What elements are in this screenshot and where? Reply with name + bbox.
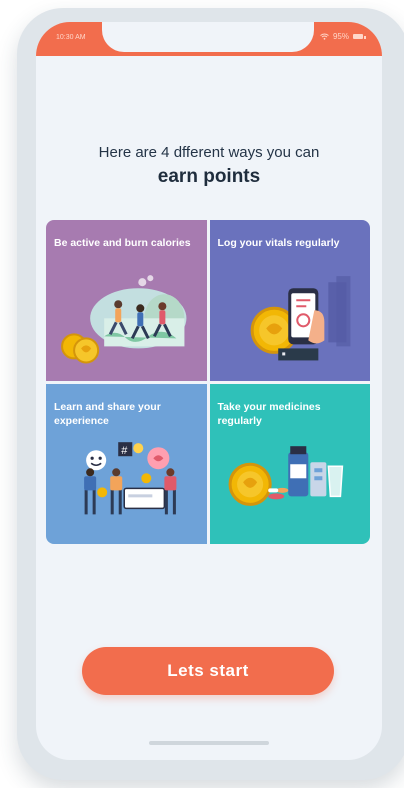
lets-start-button[interactable]: Lets start <box>82 647 334 695</box>
tile-label: Be active and burn calories <box>54 237 191 249</box>
notch <box>102 22 314 52</box>
tile-log-vitals[interactable]: Log your vitals regularly <box>209 220 370 381</box>
tile-be-active[interactable]: Be active and burn calories <box>46 220 207 381</box>
phone-frame: 10:30 AM 95% Here are 4 dfferent ways yo… <box>17 8 404 780</box>
intro-text: Here are 4 dfferent ways you can <box>98 144 320 161</box>
tile-take-medicines[interactable]: Take your medicines regularly <box>209 383 370 544</box>
home-indicator <box>149 741 269 745</box>
battery-percent: 95% <box>332 32 349 41</box>
tile-learn-share[interactable]: # Learn and share your experience <box>46 383 207 544</box>
status-bar: 10:30 AM 95% <box>36 22 382 56</box>
page-title: earn points <box>157 166 261 187</box>
battery-icon <box>353 32 366 41</box>
phone-screen: 10:30 AM 95% Here are 4 dfferent ways yo… <box>36 22 382 760</box>
svg-text:#: # <box>121 445 128 457</box>
tile-label: Log your vitals regularly <box>217 237 340 249</box>
wifi-icon <box>320 33 329 40</box>
tile-label: Take your medicines regularly <box>217 400 321 427</box>
tile-label: Learn and share your experience <box>54 400 161 427</box>
ways-grid: Be active and burn calories Log your vit… <box>46 220 370 544</box>
status-icons: 95% <box>320 32 366 41</box>
status-time: 10:30 AM <box>56 34 86 41</box>
